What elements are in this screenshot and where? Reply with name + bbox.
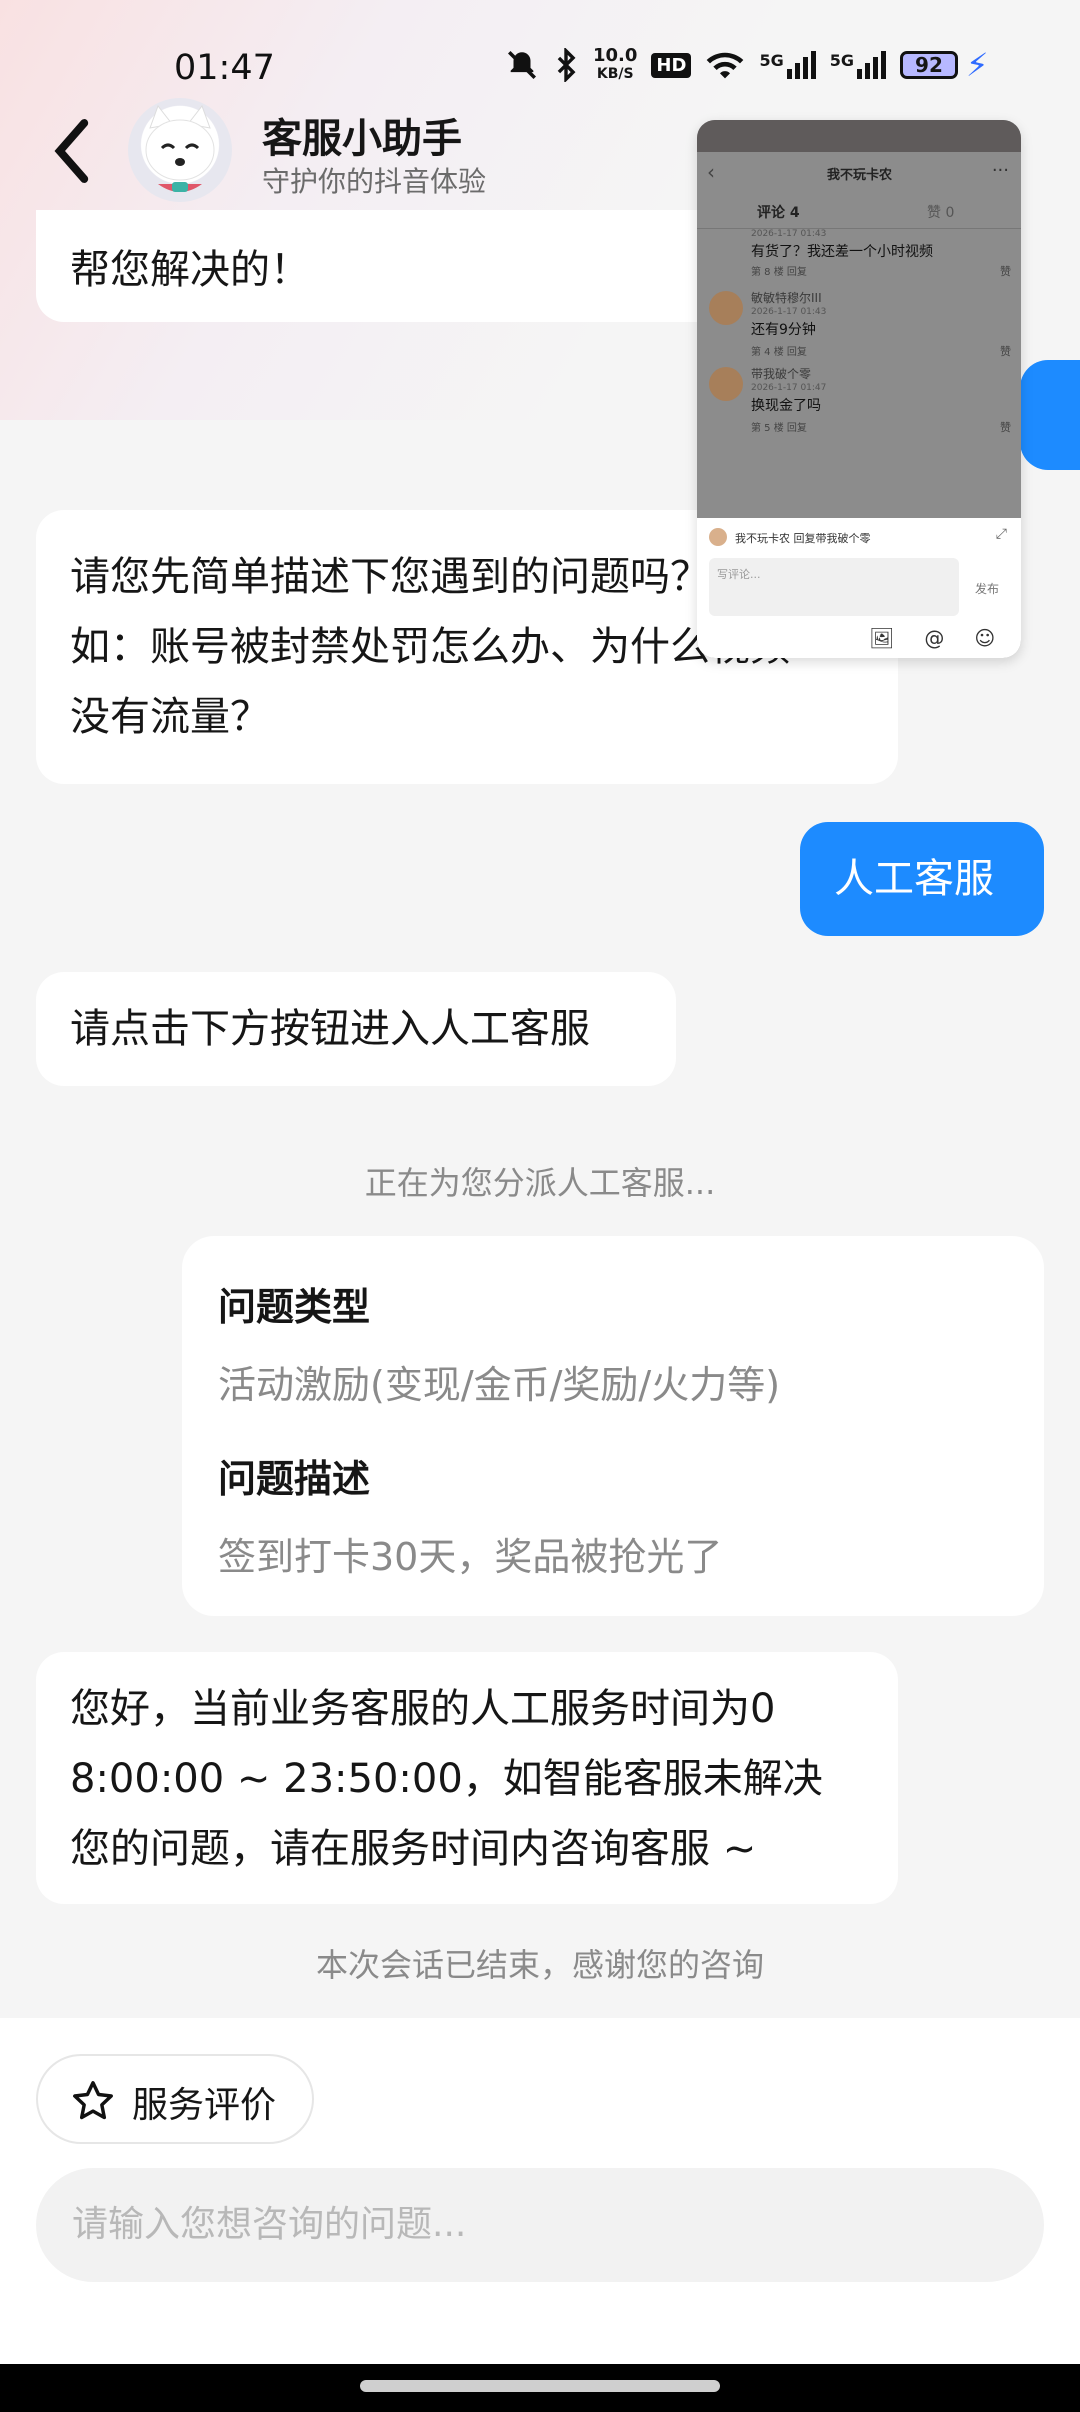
floating-window-header: ‹ 我不玩卡农 ··· <box>697 152 1021 196</box>
bot-message: 帮您解决的！ <box>36 210 766 322</box>
bot-message: 请点击下方按钮进入人工客服 <box>36 972 676 1086</box>
home-indicator[interactable] <box>360 2380 720 2392</box>
composer-tools: 🖼 @ ☺ <box>869 626 995 650</box>
like-icon[interactable]: 赞 <box>1000 419 1011 435</box>
assistant-avatar[interactable] <box>128 98 232 202</box>
expand-icon[interactable]: ⤢ <box>996 526 1007 542</box>
ticket-desc-label: 问题描述 <box>218 1457 371 1501</box>
battery-icon: 92 <box>899 51 958 79</box>
avatar[interactable] <box>709 367 743 401</box>
star-icon <box>73 2081 113 2120</box>
ticket-desc-value: 签到打卡30天，奖品被抢光了 <box>218 1535 723 1579</box>
hd-icon: HD <box>651 52 692 78</box>
status-time: 01:47 <box>174 48 275 88</box>
status-icons: 10.0 KB/S HD 5G 5G 92 ⚡ <box>505 46 988 84</box>
bot-message: 您好，当前业务客服的人工服务时间为0 8:00:00 ~ 23:50:00，如智… <box>36 1652 898 1904</box>
image-icon[interactable]: 🖼 <box>869 626 894 650</box>
avatar <box>709 528 727 546</box>
like-icon[interactable]: 赞 <box>1000 343 1011 359</box>
status-bar: 01:47 10.0 KB/S HD 5G 5G 92 ⚡ <box>0 40 1080 100</box>
signal-5g-icon: 5G <box>759 51 816 79</box>
system-notice: 正在为您分派人工客服... <box>364 1164 716 1202</box>
ticket-type-label: 问题类型 <box>218 1285 371 1329</box>
chat-title: 客服小助手 <box>262 116 462 162</box>
system-nav-bar <box>0 2364 1080 2412</box>
wifi-icon <box>707 52 744 79</box>
ticket-card: 问题类型 活动激励(变现/金币/奖励/火力等) 问题描述 签到打卡30天，奖品被… <box>182 1236 1044 1616</box>
floating-window-tabs: 评论 4 赞 0 <box>697 196 1021 229</box>
floating-window[interactable]: ‹ 我不玩卡农 ··· 评论 4 赞 0 2026-1-17 01:43 有货了… <box>697 120 1021 658</box>
emoji-icon[interactable]: ☺ <box>974 626 995 650</box>
comment-list: 2026-1-17 01:43 有货了？我还差一个小时视频 第 8 楼 回复 赞… <box>697 229 1021 491</box>
message-input[interactable]: 请输入您想咨询的问题... <box>36 2168 1044 2282</box>
mention-icon[interactable]: @ <box>924 626 944 650</box>
session-ended-notice: 本次会话已结束，感谢您的咨询 <box>315 1946 764 1984</box>
service-rating-button[interactable]: 服务评价 <box>36 2054 314 2144</box>
bottom-bar: 服务评价 请输入您想咨询的问题... <box>0 2018 1080 2364</box>
more-icon[interactable]: ··· <box>992 160 1009 181</box>
like-icon[interactable]: 赞 <box>1000 263 1011 279</box>
floating-window-title: 我不玩卡农 <box>827 168 893 183</box>
tab-comments[interactable]: 评论 4 <box>757 202 800 222</box>
comment-input[interactable]: 写评论... <box>709 558 959 616</box>
signal-5g-icon-2: 5G <box>830 51 886 79</box>
user-message: 人工客服 <box>800 822 1044 936</box>
floating-window-handle[interactable] <box>697 120 1021 152</box>
comment-composer: 我不玩卡农 回复带我破个零 ⤢ 写评论... 发布 🖼 @ ☺ <box>697 518 1021 658</box>
mute-bell-icon <box>507 50 537 80</box>
network-speed: 10.0 KB/S <box>593 45 638 83</box>
publish-button[interactable]: 发布 <box>975 580 999 597</box>
back-arrow-icon[interactable] <box>42 116 102 186</box>
ticket-type-value: 活动激励(变现/金币/奖励/火力等) <box>218 1363 781 1407</box>
service-rating-label: 服务评价 <box>132 2085 277 2126</box>
avatar[interactable] <box>709 291 743 325</box>
reply-target: 我不玩卡农 回复带我破个零 <box>735 532 871 545</box>
back-icon[interactable]: ‹ <box>707 160 715 184</box>
cat-mascot-icon <box>145 104 215 192</box>
user-message-partial <box>1020 360 1080 470</box>
tab-likes[interactable]: 赞 0 <box>927 202 954 222</box>
charging-bolt-icon: ⚡ <box>965 46 989 84</box>
bluetooth-icon <box>557 48 576 82</box>
chat-subtitle: 守护你的抖音体验 <box>262 165 487 198</box>
